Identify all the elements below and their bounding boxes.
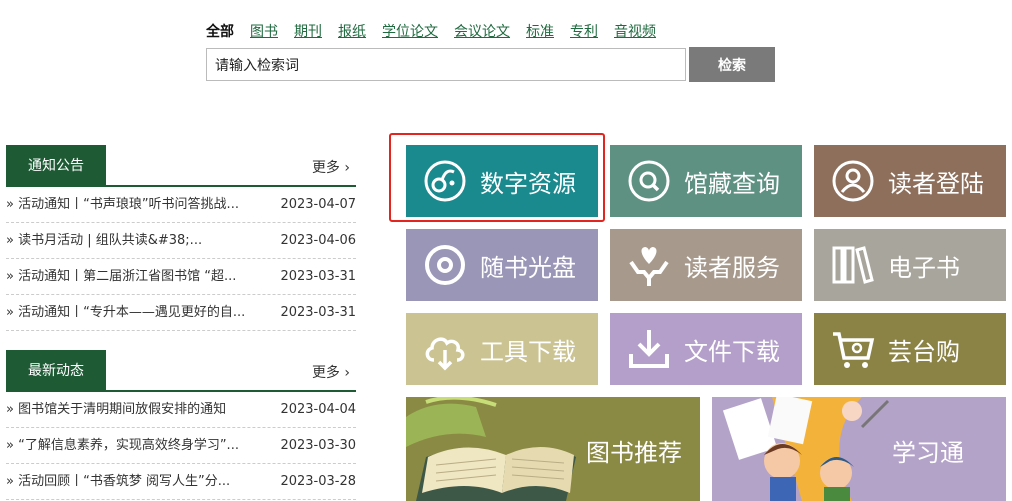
cart-icon [828,324,878,374]
item-date: 2023-03-31 [280,305,356,320]
tile-book-cd[interactable]: 随书光盘 [406,229,598,301]
notice-header: 通知公告 更多 › [6,145,356,187]
item-title[interactable]: » 活动通知丨第二届浙江省图书馆 “超... [6,259,268,295]
heart-hands-icon [624,240,674,290]
tile-digital-resources[interactable]: 数字资源 [406,145,598,217]
item-title[interactable]: » 图书馆关于清明期间放假安排的通知 [6,392,268,428]
tile-reader-login[interactable]: 读者登陆 [814,145,1006,217]
item-title[interactable]: » 活动回顾丨“书香筑梦 阅写人生”分... [6,464,268,500]
item-title[interactable]: » 活动通知丨“专升本——遇见更好的自... [6,295,268,331]
books-icon [828,240,878,290]
banner-xuexitong[interactable]: 学习通 [712,397,1006,501]
item-date: 2023-03-28 [280,474,356,489]
tab-conference-papers[interactable]: 会议论文 [454,21,510,41]
tile-label: 工具下载 [480,337,576,366]
item-date: 2023-03-31 [280,269,356,284]
item-date: 2023-04-07 [280,197,356,212]
tab-journals[interactable]: 期刊 [294,21,322,41]
news-title: 最新动态 [6,350,106,392]
news-list: » 图书馆关于清明期间放假安排的通知 2023-04-04 » “了解信息素养，实… [6,392,356,500]
banner-label: 学习通 [892,439,964,467]
tab-all[interactable]: 全部 [206,21,234,41]
digital-resource-icon [420,156,470,206]
disc-icon [420,240,470,290]
list-item[interactable]: » 读书月活动 | 组队共读&#38;... 2023-04-06 [6,223,356,259]
news-more-link[interactable]: 更多 › [312,362,350,382]
search-icon [624,156,674,206]
list-item[interactable]: » 活动通知丨第二届浙江省图书馆 “超... 2023-03-31 [6,259,356,295]
tile-label: 芸台购 [888,337,960,366]
search-button[interactable]: 检索 [689,47,775,82]
tab-audio-video[interactable]: 音视频 [614,21,656,41]
tile-reader-services[interactable]: 读者服务 [610,229,802,301]
tab-newspapers[interactable]: 报纸 [338,21,366,41]
tile-label: 读者登陆 [888,169,984,198]
list-item[interactable]: » 活动回顾丨“书香筑梦 阅写人生”分... 2023-03-28 [6,464,356,500]
list-item[interactable]: » 活动通知丨“专升本——遇见更好的自... 2023-03-31 [6,295,356,331]
list-item[interactable]: » “了解信息素养，实现高效终身学习”... 2023-03-30 [6,428,356,464]
tile-label: 读者服务 [684,253,780,282]
item-title[interactable]: » “了解信息素养，实现高效终身学习”... [6,428,268,464]
notice-panel: 通知公告 更多 › » 活动通知丨“书声琅琅”听书问答挑战... 2023-04-… [6,145,356,331]
tile-label: 数字资源 [480,169,576,198]
item-title[interactable]: » 读书月活动 | 组队共读&#38;... [6,223,268,259]
notice-list: » 活动通知丨“书声琅琅”听书问答挑战... 2023-04-07 » 读书月活动… [6,187,356,331]
list-item[interactable]: » 活动通知丨“书声琅琅”听书问答挑战... 2023-04-07 [6,187,356,223]
notice-title: 通知公告 [6,145,106,187]
user-icon [828,156,878,206]
tab-standards[interactable]: 标准 [526,21,554,41]
news-header: 最新动态 更多 › [6,350,356,392]
tile-catalog-search[interactable]: 馆藏查询 [610,145,802,217]
banner-book-recommend[interactable]: 图书推荐 [406,397,700,501]
download-icon [624,324,674,374]
tile-yuntai-shop[interactable]: 芸台购 [814,313,1006,385]
item-date: 2023-03-30 [280,438,356,453]
search-input[interactable] [206,48,686,81]
tile-tool-download[interactable]: 工具下载 [406,313,598,385]
tab-books[interactable]: 图书 [250,21,278,41]
tile-label: 电子书 [888,253,960,282]
tile-label: 馆藏查询 [684,169,780,198]
tile-file-download[interactable]: 文件下载 [610,313,802,385]
item-date: 2023-04-06 [280,233,356,248]
list-item[interactable]: » 图书馆关于清明期间放假安排的通知 2023-04-04 [6,392,356,428]
banner-label: 图书推荐 [586,439,682,467]
notice-more-link[interactable]: 更多 › [312,157,350,177]
item-title[interactable]: » 活动通知丨“书声琅琅”听书问答挑战... [6,187,268,223]
tab-patents[interactable]: 专利 [570,21,598,41]
search-tabs: 全部 图书 期刊 报纸 学位论文 会议论文 标准 专利 音视频 [206,21,672,41]
cloud-download-icon [420,324,470,374]
news-panel: 最新动态 更多 › » 图书馆关于清明期间放假安排的通知 2023-04-04 »… [6,350,356,500]
tab-theses[interactable]: 学位论文 [382,21,438,41]
tile-label: 随书光盘 [480,253,576,282]
item-date: 2023-04-04 [280,402,356,417]
tile-label: 文件下载 [684,337,780,366]
tile-ebooks[interactable]: 电子书 [814,229,1006,301]
